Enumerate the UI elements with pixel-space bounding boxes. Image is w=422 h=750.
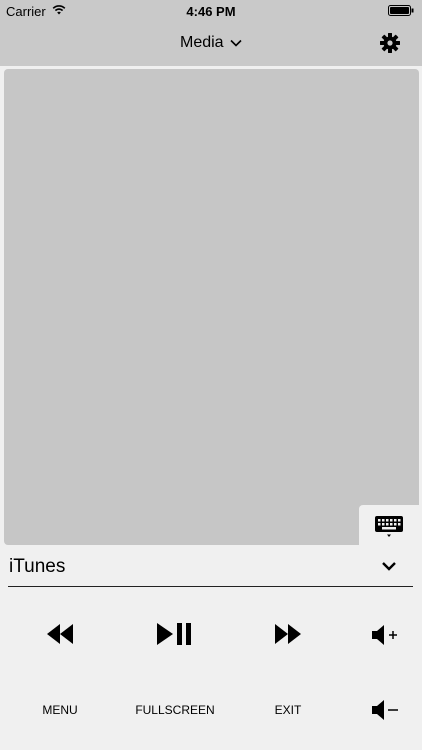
menu-button[interactable]: MENU xyxy=(30,703,90,717)
trackpad[interactable] xyxy=(4,69,419,545)
volume-up-icon xyxy=(372,625,397,645)
play-pause-button[interactable] xyxy=(153,618,195,650)
rewind-button[interactable] xyxy=(40,618,80,650)
volume-up-button[interactable] xyxy=(367,620,403,650)
rewind-icon xyxy=(47,624,73,644)
gear-icon[interactable] xyxy=(380,33,400,53)
source-picker[interactable]: Media xyxy=(0,34,422,52)
volume-down-icon xyxy=(372,700,398,720)
app-selector[interactable]: iTunes xyxy=(8,550,413,587)
fullscreen-button[interactable]: FULLSCREEN xyxy=(130,703,220,717)
fast-forward-button[interactable] xyxy=(268,618,308,650)
exit-button[interactable]: EXIT xyxy=(263,703,313,717)
keyboard-icon xyxy=(375,515,403,537)
nav-bar: Media xyxy=(0,22,422,66)
nav-title: Media xyxy=(179,34,224,51)
status-bar: Carrier 4:46 PM xyxy=(0,0,422,22)
fast-forward-icon xyxy=(275,624,301,644)
volume-down-button[interactable] xyxy=(367,695,403,725)
keyboard-button[interactable] xyxy=(359,505,419,546)
selected-app-label: iTunes xyxy=(9,556,66,577)
status-time: 4:46 PM xyxy=(186,4,236,19)
chevron-down-icon xyxy=(382,562,396,571)
play-pause-icon xyxy=(157,623,191,645)
battery-icon xyxy=(388,5,414,16)
chevron-down-icon xyxy=(230,39,242,47)
